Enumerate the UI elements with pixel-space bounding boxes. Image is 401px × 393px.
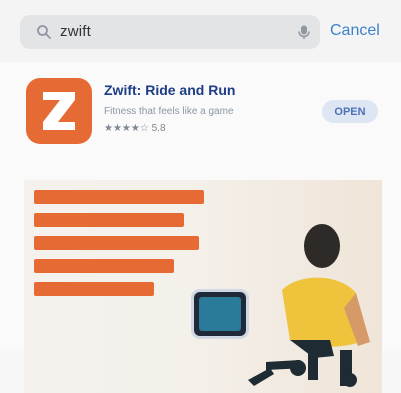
promo-text-line: [34, 190, 204, 204]
promo-text-line: [34, 282, 154, 296]
rider-illustration: [248, 224, 370, 387]
cancel-button[interactable]: Cancel: [330, 22, 380, 40]
app-preview-image[interactable]: [24, 180, 382, 393]
open-button[interactable]: OPEN: [322, 100, 378, 123]
app-subtitle: Fitness that feels like a game: [104, 106, 234, 117]
zwift-z-icon: [43, 92, 75, 130]
promo-text-line: [34, 213, 184, 227]
app-store-search-screen: zwift Cancel Zwift: Ride and Run Fitness…: [0, 0, 401, 393]
search-input-value[interactable]: zwift: [60, 23, 91, 40]
tablet-device: [194, 292, 246, 336]
zwift-logo-icon[interactable]: [26, 78, 92, 144]
promo-text-line: [34, 259, 174, 273]
app-title[interactable]: Zwift: Ride and Run: [104, 82, 235, 98]
promo-text-line: [34, 236, 199, 250]
microphone-icon[interactable]: [296, 24, 312, 40]
promo-text-block: [34, 190, 204, 305]
device-screen: [199, 297, 241, 331]
app-rating: ★★★★☆ 5.8: [104, 123, 166, 134]
app-search-result[interactable]: Zwift: Ride and Run Fitness that feels l…: [0, 62, 401, 393]
search-icon: [37, 25, 51, 39]
search-field[interactable]: zwift: [20, 15, 320, 49]
search-bar-row: zwift Cancel: [0, 0, 401, 62]
